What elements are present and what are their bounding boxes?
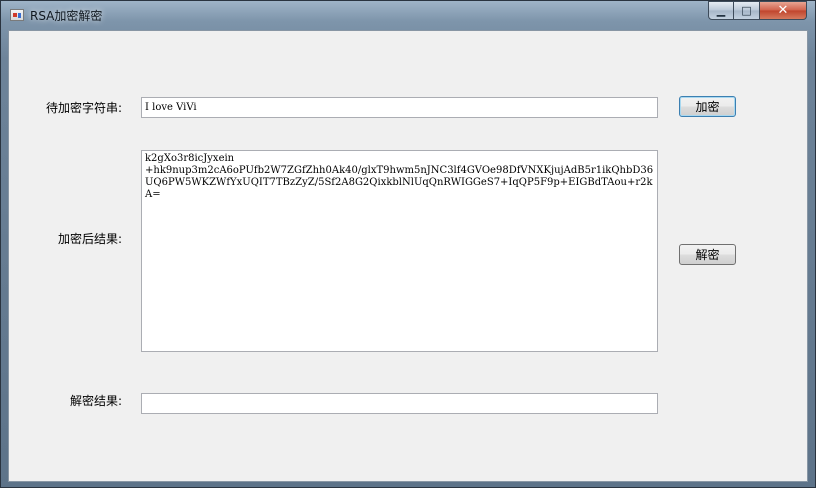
- decrypted-text-label: 解密结果:: [69, 394, 122, 408]
- title-bar[interactable]: RSA加密解密 ▁ □ ✕: [1, 1, 815, 29]
- decrypted-text-input[interactable]: [141, 393, 658, 414]
- encrypt-button[interactable]: 加密: [679, 96, 736, 117]
- plain-text-input[interactable]: [141, 97, 658, 118]
- minimize-button[interactable]: ▁: [708, 1, 734, 20]
- close-icon: ✕: [777, 3, 789, 18]
- decrypt-button[interactable]: 解密: [679, 244, 736, 265]
- app-icon: [10, 9, 24, 21]
- app-window: RSA加密解密 ▁ □ ✕ 待加密字符串: 加密 加密后结果: k2gXo3r8…: [0, 0, 816, 488]
- cipher-text-label: 加密后结果:: [57, 232, 122, 246]
- window-title: RSA加密解密: [30, 9, 103, 23]
- minimize-icon: ▁: [716, 4, 726, 17]
- maximize-icon: □: [741, 4, 752, 17]
- plain-text-label: 待加密字符串:: [45, 101, 122, 115]
- maximize-button[interactable]: □: [734, 1, 760, 20]
- window-controls: ▁ □ ✕: [708, 1, 807, 21]
- close-button[interactable]: ✕: [760, 1, 807, 20]
- form-client-area: 待加密字符串: 加密 加密后结果: k2gXo3r8icJyxein +hk9n…: [8, 30, 808, 482]
- cipher-text-area[interactable]: k2gXo3r8icJyxein +hk9nup3m2cA6oPUfb2W7ZG…: [141, 150, 658, 352]
